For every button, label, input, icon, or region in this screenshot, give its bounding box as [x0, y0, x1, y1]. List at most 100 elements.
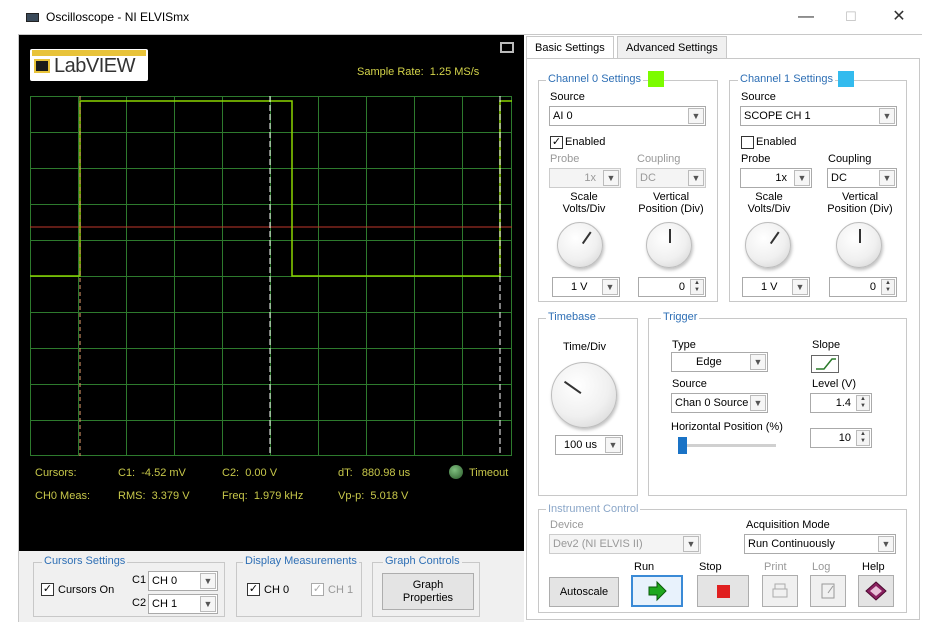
ch1-vpos-label: Vertical Position (Div): [827, 191, 893, 215]
chevron-down-icon: ▼: [878, 536, 894, 552]
ch0-source-label: Source: [550, 91, 585, 103]
c2-reading: C2: 0.00 V: [222, 467, 278, 479]
stop-button[interactable]: [697, 575, 749, 607]
chevron-down-icon: ▼: [750, 395, 766, 411]
spinner-icon: ▲ ▼: [881, 279, 895, 295]
run-button[interactable]: [631, 575, 683, 607]
c2-label: C2: [132, 597, 147, 609]
minimize-button[interactable]: —: [791, 6, 821, 30]
chevron-down-icon: ▼: [792, 279, 808, 295]
waveform-graph[interactable]: [30, 96, 512, 456]
help-label: Help: [862, 561, 885, 573]
autoscale-button[interactable]: Autoscale: [549, 577, 619, 607]
spinner-icon: ▲ ▼: [856, 395, 870, 411]
ch1-measure-checkbox[interactable]: ✓: [311, 583, 324, 596]
run-arrow-icon: [648, 580, 667, 602]
maximize-button[interactable]: ☐: [836, 6, 866, 30]
trigger-type-label: Type: [672, 339, 696, 351]
timeout-label: Timeout: [469, 467, 509, 479]
ch0-scale-select[interactable]: 1 V ▼: [552, 277, 620, 297]
stop-square-icon: [717, 585, 730, 598]
chevron-down-icon: ▼: [750, 354, 766, 370]
ch1-vpos-input[interactable]: 0 ▲ ▼: [829, 277, 897, 297]
horizontal-position-slider[interactable]: [678, 437, 687, 454]
log-button[interactable]: [810, 575, 846, 607]
chevron-down-icon: ▼: [200, 596, 216, 612]
ch0-vpos-input[interactable]: 0 ▲ ▼: [638, 277, 706, 297]
run-label: Run: [634, 561, 655, 573]
chevron-down-icon: ▼: [683, 536, 699, 552]
chevron-down-icon: ▼: [688, 108, 704, 124]
channel1-color-swatch: [838, 71, 854, 87]
trigger-slope-label: Slope: [812, 339, 841, 351]
help-book-icon: [865, 581, 887, 601]
ch0-vpos-label: Vertical Position (Div): [638, 191, 704, 215]
title-bar: Oscilloscope - NI ELVISmx — ☐ ✕: [0, 0, 926, 34]
chevron-down-icon: ▼: [200, 573, 216, 589]
device-select[interactable]: Dev2 (NI ELVIS II) ▼: [549, 534, 701, 554]
chevron-down-icon: ▼: [605, 437, 621, 453]
help-button[interactable]: [858, 575, 894, 607]
time-div-select[interactable]: 100 us ▼: [555, 435, 623, 455]
ch0-source-select[interactable]: AI 0 ▼: [549, 106, 706, 126]
horizontal-position-track: [678, 444, 776, 447]
chevron-down-icon: ▼: [794, 170, 810, 186]
cursors-on-label: Cursors On: [58, 584, 115, 596]
ch0-probe-label: Probe: [550, 153, 580, 165]
horizontal-position-input[interactable]: 10 ▲ ▼: [810, 428, 872, 448]
timeout-led-icon: [449, 465, 463, 479]
log-file-icon: [821, 583, 835, 599]
ch1-enabled-label: Enabled: [756, 136, 797, 148]
chevron-down-icon: ▼: [879, 108, 895, 124]
trigger-type-select[interactable]: Edge ▼: [671, 352, 768, 372]
ch0-meas-label: CH0 Meas:: [35, 490, 91, 502]
ch1-probe-select[interactable]: 1x ▼: [740, 168, 812, 188]
ch0-vpos-knob[interactable]: [646, 222, 692, 268]
ch0-scale-label: Scale Volts/Div: [562, 191, 606, 215]
ch0-probe-select[interactable]: 1x ▼: [549, 168, 621, 188]
time-div-knob[interactable]: [551, 362, 617, 428]
acquisition-mode-label: Acquisition Mode: [746, 519, 830, 531]
window-title: Oscilloscope - NI ELVISmx: [46, 10, 190, 24]
print-label: Print: [764, 561, 787, 573]
labview-logo: LabVIEW: [30, 49, 148, 81]
print-button[interactable]: [762, 575, 798, 607]
trigger-source-select[interactable]: Chan 0 Source ▼: [671, 393, 768, 413]
ch0-enabled-checkbox[interactable]: ✓: [550, 136, 563, 149]
spinner-icon: ▲ ▼: [856, 430, 870, 446]
log-label: Log: [812, 561, 831, 573]
ch1-scale-knob[interactable]: [745, 222, 791, 268]
cursors-label: Cursors:: [35, 467, 77, 479]
tab-advanced-settings[interactable]: Advanced Settings: [617, 36, 727, 58]
freq-reading: Freq: 1.979 kHz: [222, 490, 304, 502]
c1-channel-select[interactable]: CH 0 ▼: [148, 571, 218, 591]
ch1-vpos-knob[interactable]: [836, 222, 882, 268]
slope-rising-icon[interactable]: [811, 355, 839, 373]
ch0-scale-knob[interactable]: [557, 222, 603, 268]
printer-icon: [772, 583, 788, 598]
ch1-scale-select[interactable]: 1 V ▼: [742, 277, 810, 297]
horizontal-position-label: Horizontal Position (%): [671, 421, 783, 433]
tab-basic-settings[interactable]: Basic Settings: [526, 36, 614, 59]
close-button[interactable]: ✕: [884, 6, 914, 30]
graph-controls-title: Graph Controls: [383, 555, 462, 567]
trigger-level-input[interactable]: 1.4 ▲ ▼: [810, 393, 872, 413]
ch1-enabled-checkbox[interactable]: [741, 136, 754, 149]
cursors-on-checkbox[interactable]: ✓: [41, 583, 54, 596]
graph-resize-icon[interactable]: [500, 42, 514, 53]
graph-properties-button[interactable]: Graph Properties: [382, 573, 474, 610]
ch1-source-select[interactable]: SCOPE CH 1 ▼: [740, 106, 897, 126]
acquisition-mode-select[interactable]: Run Continuously ▼: [744, 534, 896, 554]
ch1-coupling-select[interactable]: DC ▼: [827, 168, 897, 188]
ch0-measure-checkbox[interactable]: ✓: [247, 583, 260, 596]
rms-reading: RMS: 3.379 V: [118, 490, 190, 502]
dt-reading: dT: 880.98 us: [338, 467, 411, 479]
trigger-title: Trigger: [661, 311, 700, 323]
instrument-control-title: Instrument Control: [546, 503, 641, 515]
trigger-level-label: Level (V): [812, 378, 857, 390]
cursors-settings-title: Cursors Settings: [42, 555, 128, 567]
ch0-coupling-select[interactable]: DC ▼: [636, 168, 706, 188]
device-label: Device: [550, 519, 584, 531]
c2-channel-select[interactable]: CH 1 ▼: [148, 594, 218, 614]
ch1-probe-label: Probe: [741, 153, 771, 165]
